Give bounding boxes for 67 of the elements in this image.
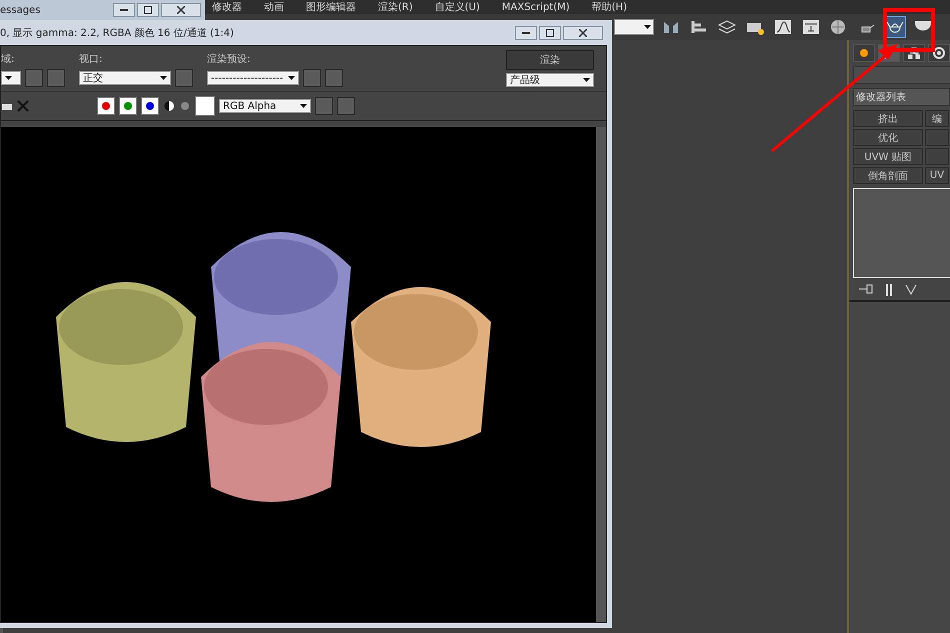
channel-toggle[interactable] [97, 97, 115, 115]
maximize-button[interactable] [539, 26, 561, 40]
window-title: essages [0, 4, 40, 16]
modifier-button[interactable]: 倒角剖面 [853, 167, 923, 184]
preset-label: 渲染预设: [207, 52, 252, 66]
modifier-list-dropdown[interactable]: 修改器列表 [853, 88, 950, 106]
pin-icon [859, 284, 873, 294]
schematic-icon [802, 19, 820, 35]
viewport-label: 视口: [79, 52, 104, 66]
modifier-button[interactable]: 优化 [853, 129, 923, 146]
close-icon [579, 28, 587, 36]
hierarchy-icon [908, 47, 920, 59]
motion-icon [933, 47, 945, 59]
named-selection-dropdown[interactable] [614, 19, 654, 35]
close-button[interactable] [563, 26, 603, 40]
window-title: 0, 显示 gamma: 2.2, RGBA 颜色 16 位/通道 (1:4) [0, 26, 234, 40]
menu-item[interactable]: 渲染(R) [378, 0, 413, 14]
minimize-button[interactable] [515, 26, 537, 40]
render-button[interactable]: 渲染 [506, 50, 594, 70]
pipes-icon [883, 282, 895, 296]
menu-item[interactable]: 自定义(U) [434, 0, 480, 14]
mirror-icon [662, 19, 680, 35]
modifier-button[interactable]: UVW 贴图 [853, 148, 923, 165]
panel-tab[interactable] [853, 44, 875, 62]
viewport-dropdown[interactable]: 正交 [79, 71, 171, 85]
caret-icon [644, 25, 651, 29]
channel-dropdown[interactable]: RGB Alpha [219, 99, 311, 113]
caret-icon [300, 104, 307, 108]
sun-icon [858, 47, 870, 59]
minimize-icon [522, 32, 530, 34]
caret-icon [583, 78, 590, 82]
minimize-button[interactable] [113, 3, 135, 17]
curve-editor-icon [774, 19, 792, 35]
align-icon [690, 19, 708, 35]
close-icon [177, 6, 185, 14]
highlight-frame [883, 8, 935, 52]
caret-icon [288, 76, 295, 80]
dot-icon[interactable] [179, 100, 191, 112]
contrast-icon[interactable] [163, 100, 175, 112]
menu-item[interactable]: 修改器 [212, 0, 242, 14]
minimize-icon [120, 9, 128, 11]
quality-dropdown[interactable]: 产品级 [506, 73, 594, 87]
menu-item[interactable]: 帮助(H) [592, 0, 627, 14]
caret-icon [5, 76, 12, 80]
modifier-button[interactable]: UV [925, 167, 949, 184]
modifier-stack[interactable] [853, 188, 950, 278]
color-swatch[interactable] [195, 96, 215, 116]
name-field[interactable] [853, 66, 950, 84]
maximize-icon [144, 6, 152, 14]
material-ball-icon [830, 19, 848, 35]
channel-toggle[interactable] [141, 97, 159, 115]
area-dropdown[interactable] [1, 71, 21, 85]
channel-toggle[interactable] [119, 97, 137, 115]
modifier-button[interactable]: 编 [925, 110, 949, 127]
maximize-icon [546, 28, 554, 36]
menu-item[interactable]: 动画 [264, 0, 284, 14]
menu-item[interactable]: 图形编辑器 [306, 0, 356, 14]
preset-dropdown[interactable]: -------------------- [207, 71, 299, 85]
close-button[interactable] [161, 3, 201, 17]
caret-icon [160, 76, 167, 80]
scroll-bar[interactable] [596, 127, 606, 622]
modifier-button[interactable]: 挤出 [853, 110, 923, 127]
layers-icon [718, 19, 736, 35]
area-label: 域: [1, 52, 16, 66]
maximize-button[interactable] [137, 3, 159, 17]
menu-item[interactable]: MAXScript(M) [502, 2, 570, 12]
fork-icon [905, 283, 917, 295]
